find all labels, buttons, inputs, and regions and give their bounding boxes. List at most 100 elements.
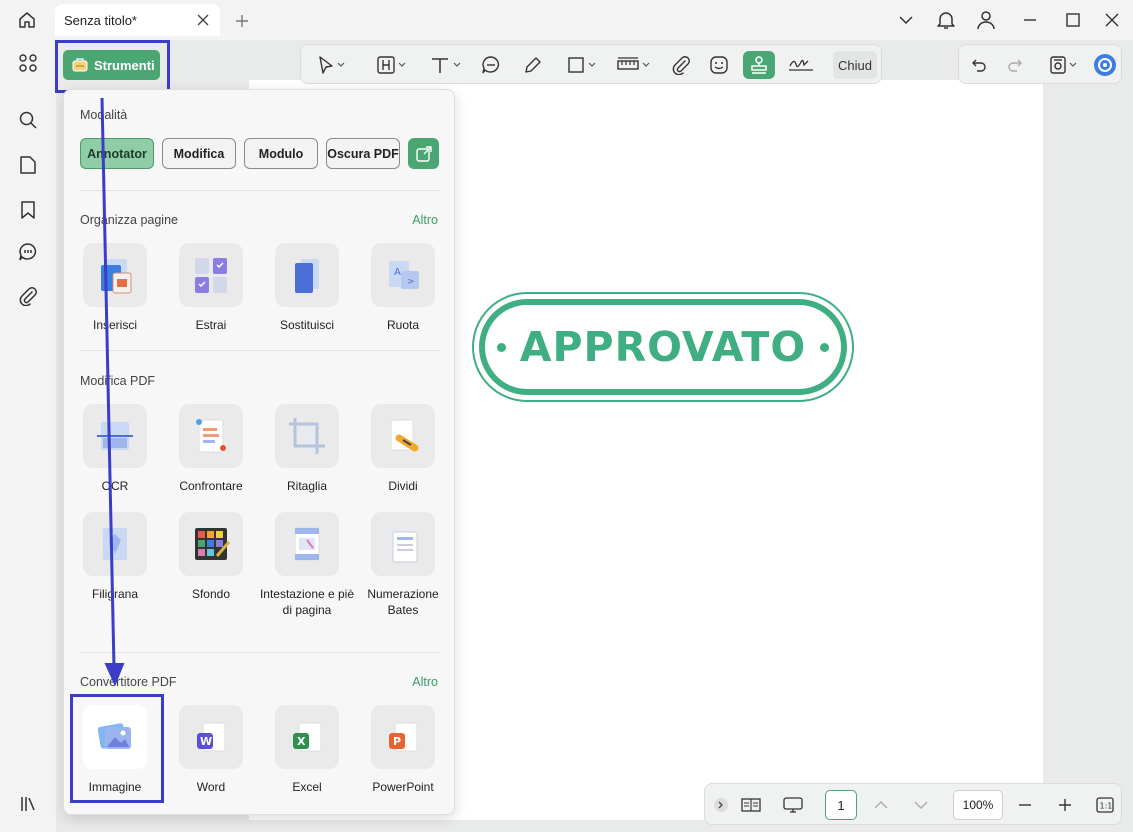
rotate-pages-icon: A > [371,243,435,307]
organize-title: Organizza pagine [80,213,178,227]
title-bar: Senza titolo* [0,0,1133,40]
reading-mode-icon[interactable] [739,793,763,817]
mode-modulo[interactable]: Modulo [244,138,318,169]
undo-icon[interactable] [967,51,991,79]
sidebar-toggle-icon[interactable] [15,791,41,817]
page-number-input[interactable]: 1 [825,790,857,820]
tool-estrai[interactable]: Estrai [163,243,259,333]
tool-excel[interactable]: X Excel [259,705,355,795]
divider [80,190,440,191]
close-toolbar-button[interactable]: Chiud [833,51,877,79]
word-icon: W [179,705,243,769]
split-icon [371,404,435,468]
tool-word[interactable]: W Word [163,705,259,795]
prev-page-icon[interactable] [871,793,891,817]
watermark-icon [83,512,147,576]
divider [80,350,440,351]
actual-size-icon[interactable]: 1:1 [1095,793,1115,817]
maximize-icon[interactable] [1060,8,1086,32]
svg-text:A: A [394,267,401,278]
tool-confrontare[interactable]: Confrontare [163,404,259,494]
user-icon[interactable] [973,8,999,32]
tool-ocr[interactable]: OCR [67,404,163,494]
open-external-icon[interactable] [408,138,439,169]
tool-sostituisci[interactable]: Sostituisci [259,243,355,333]
chevron-down-icon [337,62,344,67]
attachment-icon[interactable] [15,283,41,309]
pen-tool[interactable] [521,51,545,79]
tool-ritaglia[interactable]: Ritaglia [259,404,355,494]
measure-tool[interactable] [613,51,653,79]
svg-text:X: X [297,735,306,748]
close-tab-icon[interactable] [194,11,212,29]
select-tool[interactable] [311,51,351,79]
highlight-tool[interactable] [371,51,411,79]
insert-pages-icon [83,243,147,307]
expand-icon[interactable] [713,793,729,817]
home-icon[interactable] [14,8,40,32]
mode-annotator[interactable]: Annotator [80,138,154,169]
stamp-text: APPROVATO [519,323,807,371]
toolbox-icon [72,58,88,72]
shape-tool[interactable] [561,51,601,79]
tool-ruota[interactable]: A > Ruota [355,243,451,333]
document-tab[interactable]: Senza titolo* [55,4,220,36]
immagine-highlight [70,694,164,803]
pages-icon[interactable] [15,152,41,178]
sticker-tool[interactable] [706,51,732,79]
excel-icon: X [275,705,339,769]
tab-title: Senza titolo* [64,12,137,28]
presentation-icon[interactable] [781,793,805,817]
convert-title: Convertitore PDF [80,675,177,689]
chevron-down-icon [453,62,460,67]
stamp-dot-left [496,342,506,352]
left-rail [0,40,56,832]
tool-intestazione[interactable]: Intestazione e piè di pagina [259,512,355,618]
redo-icon[interactable] [1003,51,1027,79]
tool-inserisci[interactable]: Inserisci [67,243,163,333]
minimize-icon[interactable] [1017,8,1043,32]
svg-text:>: > [407,277,415,287]
zoom-level[interactable]: 100% [953,790,1003,820]
tool-dividi[interactable]: Dividi [355,404,451,494]
comments-icon[interactable] [15,239,41,265]
zoom-out-icon[interactable] [1015,793,1035,817]
mode-modifica[interactable]: Modifica [162,138,236,169]
search-icon[interactable] [15,107,41,133]
attach-tool[interactable] [669,51,693,79]
signature-tool[interactable] [785,51,817,79]
mode-oscura-pdf[interactable]: Oscura PDF [326,138,400,169]
svg-text:P: P [393,735,401,748]
tool-powerpoint[interactable]: P PowerPoint [355,705,451,795]
ai-assistant-icon[interactable] [1093,51,1117,79]
bookmark-icon[interactable] [15,197,41,223]
chevron-down-icon[interactable] [893,8,919,32]
apps-grid-icon[interactable] [15,50,41,76]
chevron-down-icon [642,62,649,67]
tool-bates[interactable]: Numerazione Bates [355,512,451,618]
chevron-down-icon [588,62,595,67]
compare-icon [179,404,243,468]
extract-pages-icon [179,243,243,307]
history-toolbar [958,44,1122,84]
strumenti-button[interactable]: Strumenti [63,50,160,80]
svg-text:1:1: 1:1 [1100,802,1113,811]
zoom-in-icon[interactable] [1055,793,1075,817]
stamp-content: APPROVATO [496,323,830,371]
organize-more-link[interactable]: Altro [412,213,438,227]
new-tab-icon[interactable] [231,10,253,32]
bates-numbering-icon [371,512,435,576]
convert-more-link[interactable]: Altro [412,675,438,689]
save-icon[interactable] [1043,51,1083,79]
bell-icon[interactable] [933,8,959,32]
close-window-icon[interactable] [1099,8,1125,32]
comment-tool[interactable] [479,51,503,79]
approved-stamp[interactable]: APPROVATO [472,292,854,402]
annotation-toolbar: Chiud [300,44,882,84]
tool-sfondo[interactable]: Sfondo [163,512,259,602]
next-page-icon[interactable] [911,793,931,817]
tool-filigrana[interactable]: Filigrana [67,512,163,602]
text-tool[interactable] [425,51,465,79]
stamp-tool[interactable] [743,51,775,79]
stamp-dot-right [820,342,830,352]
